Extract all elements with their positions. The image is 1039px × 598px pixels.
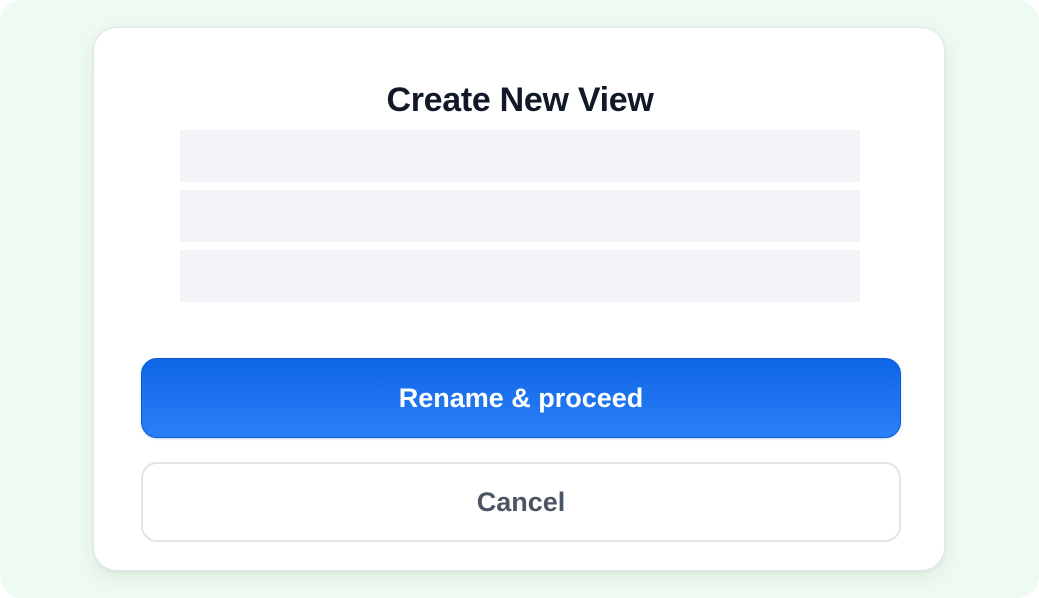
cancel-button-label: Cancel — [476, 486, 566, 517]
rename-proceed-button[interactable]: Rename & proceed — [141, 358, 901, 438]
dialog-title: Create New View — [386, 81, 654, 119]
loading-placeholder-row — [180, 130, 860, 182]
loading-placeholder-row — [180, 250, 860, 302]
loading-placeholder-row — [180, 190, 860, 242]
cancel-button[interactable]: Cancel — [141, 462, 901, 542]
rename-proceed-button-label: Rename & proceed — [398, 382, 644, 413]
create-view-dialog: Create New View Rename & proceed Cancel — [93, 27, 945, 571]
